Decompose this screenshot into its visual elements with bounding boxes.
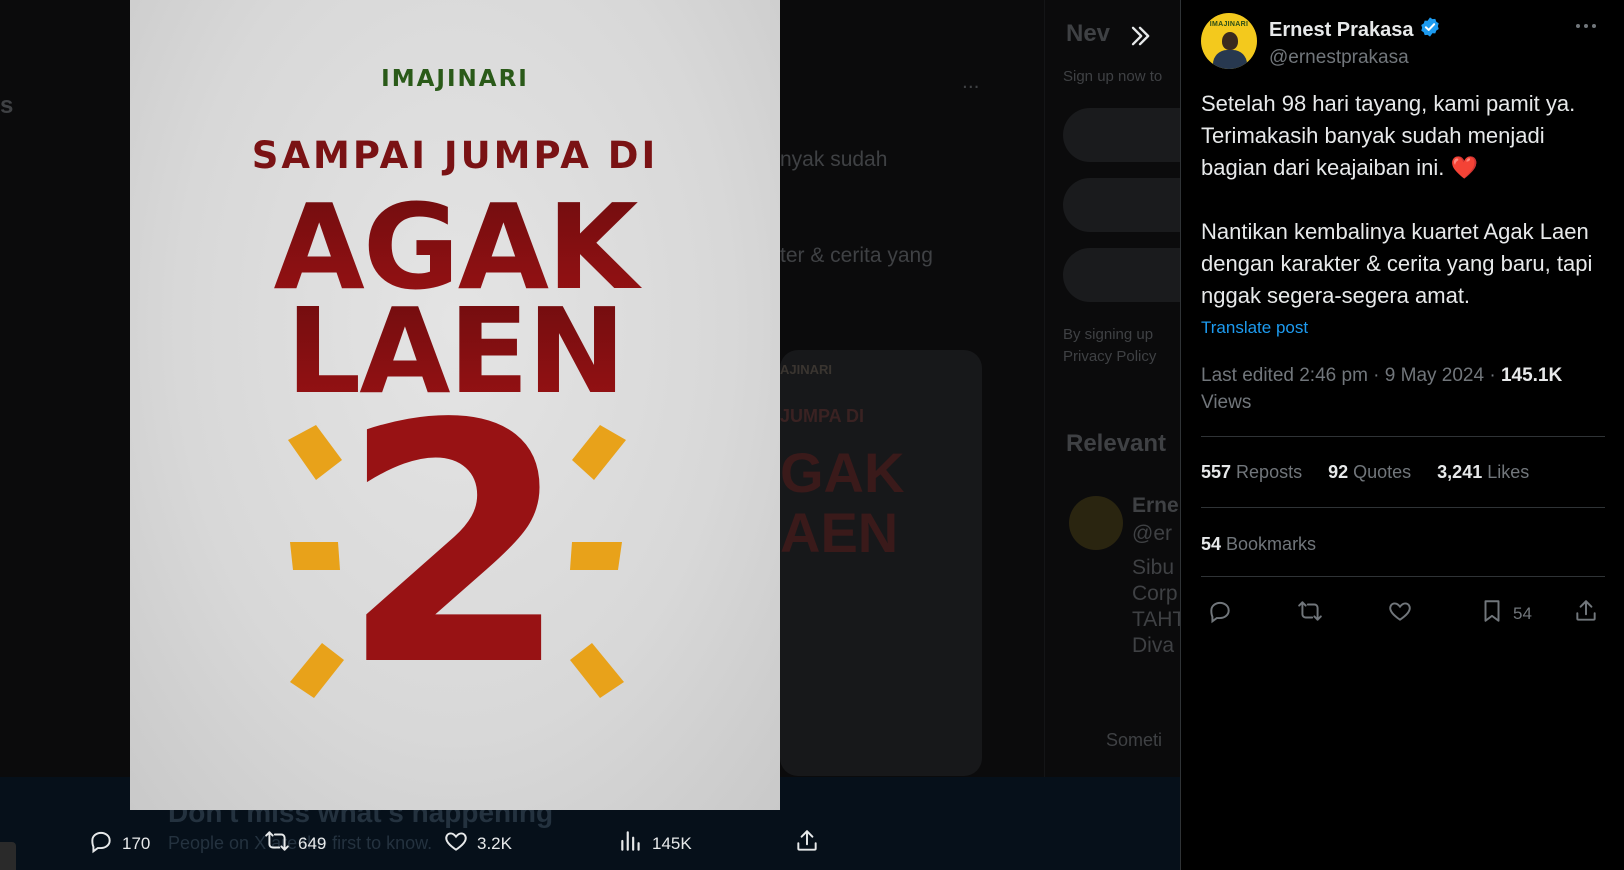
views-icon xyxy=(618,828,644,859)
post-text: Setelah 98 hari tayang, kami pamit ya. T… xyxy=(1201,88,1611,312)
bg-fragment: By signing up xyxy=(1063,326,1154,343)
tweet-detail-panel: IMAJINARI Ernest Prakasa @ernestprakasa … xyxy=(1180,0,1624,870)
like-count: 3.2K xyxy=(477,833,512,853)
bg-media-card: AJINARI JUMPA DI GAK AEN xyxy=(780,350,982,776)
reposts-label: Reposts xyxy=(1231,462,1303,482)
display-name: Ernest Prakasa xyxy=(1269,18,1414,41)
repost-icon xyxy=(264,828,290,859)
verified-icon xyxy=(1419,16,1441,44)
expand-icon[interactable] xyxy=(1122,18,1158,54)
bg-fragment: Sibu xyxy=(1132,556,1175,579)
views-total: 145.1K xyxy=(1500,365,1563,386)
like-button[interactable]: 3.2K xyxy=(443,828,512,859)
display-name-row[interactable]: Ernest Prakasa xyxy=(1269,16,1441,44)
reposts-count: 557 xyxy=(1201,462,1232,482)
like-icon xyxy=(443,828,469,859)
poster-brand: IMAJINARI xyxy=(381,66,529,92)
bg-fragment: AJINARI xyxy=(780,362,833,377)
reply-button[interactable]: 170 xyxy=(88,828,150,859)
tweet-actions: 54 xyxy=(1201,598,1605,632)
handle[interactable]: @ernestprakasa xyxy=(1269,47,1441,69)
like-icon xyxy=(1387,598,1413,629)
bookmarks-count: 54 xyxy=(1201,534,1222,554)
bg-fragment: Privacy Policy xyxy=(1063,348,1157,365)
reply-action[interactable] xyxy=(1207,598,1233,629)
bookmark-action[interactable]: 54 xyxy=(1479,598,1532,629)
bg-fragment: @er xyxy=(1132,522,1172,545)
media-action-bar: 170 649 3.2K 145K xyxy=(0,820,1180,870)
bg-fragment: Corp xyxy=(1132,582,1178,605)
author-names: Ernest Prakasa @ernestprakasa xyxy=(1269,13,1441,69)
views-label: Views xyxy=(1201,392,1252,413)
divider xyxy=(1201,576,1605,577)
post-meta: Last edited 2:46 pm · 9 May 2024 · 145.1… xyxy=(1201,362,1611,416)
bg-fragment: Diva xyxy=(1132,634,1175,657)
bg-button xyxy=(1063,178,1180,232)
avatar-head xyxy=(1222,32,1238,50)
share-icon xyxy=(794,828,820,859)
avatar[interactable]: IMAJINARI xyxy=(1201,13,1257,69)
bookmarks-stat[interactable]: 54 Bookmarks xyxy=(1201,534,1316,555)
quotes-count: 92 xyxy=(1328,462,1349,482)
views-count: 145K xyxy=(652,833,692,853)
bookmarks-label: Bookmarks xyxy=(1221,534,1317,554)
bg-fragment: Relevant xyxy=(1066,430,1167,457)
bg-fragment: Someti xyxy=(1106,730,1163,750)
views-button[interactable]: 145K xyxy=(618,828,692,859)
avatar-body xyxy=(1213,50,1247,69)
bg-button xyxy=(1063,248,1180,302)
reply-count: 170 xyxy=(122,833,151,853)
bg-fragment: s xyxy=(0,92,14,119)
engagement-stats: 557 Reposts 92 Quotes 3,241 Likes xyxy=(1201,462,1529,483)
bg-fragment: GAK xyxy=(780,441,905,504)
bg-fragment: Nev xyxy=(1066,20,1111,47)
bg-divider xyxy=(1044,0,1045,777)
quotes-stat[interactable]: 92 Quotes xyxy=(1328,462,1411,483)
avatar-brand: IMAJINARI xyxy=(1209,21,1249,28)
bookmark-count: 54 xyxy=(1513,603,1532,623)
quotes-label: Quotes xyxy=(1348,462,1412,482)
repost-button[interactable]: 649 xyxy=(264,828,326,859)
author-row: IMAJINARI Ernest Prakasa @ernestprakasa xyxy=(1201,13,1441,69)
bg-avatar xyxy=(1069,496,1123,550)
post-paragraph: Setelah 98 hari tayang, kami pamit ya. T… xyxy=(1201,91,1581,180)
more-icon[interactable] xyxy=(1574,14,1598,43)
share-button[interactable] xyxy=(794,828,820,859)
likes-count: 3,241 xyxy=(1437,462,1483,482)
repost-icon xyxy=(1297,598,1323,629)
poster-subtitle: SAMPAI JUMPA DI xyxy=(252,134,658,177)
reply-icon xyxy=(88,828,114,859)
divider xyxy=(1201,507,1605,508)
bg-fragment: ... xyxy=(962,70,980,93)
poster-image: IMAJINARI SAMPAI JUMPA DI AGAK LAEN 2 xyxy=(130,0,780,810)
share-action[interactable] xyxy=(1573,598,1599,629)
bg-button xyxy=(1063,108,1180,162)
likes-label: Likes xyxy=(1482,462,1530,482)
likes-stat[interactable]: 3,241 Likes xyxy=(1437,462,1529,483)
bg-fragment: nyak sudah xyxy=(780,148,888,171)
edited-timestamp[interactable]: Last edited 2:46 pm · 9 May 2024 · xyxy=(1201,365,1501,386)
bg-fragment: Sign up now to xyxy=(1063,68,1163,85)
bg-fragment: Erne xyxy=(1132,494,1179,517)
divider xyxy=(1201,436,1605,437)
repost-count: 649 xyxy=(298,833,327,853)
bg-fragment: AEN xyxy=(780,501,899,564)
translate-post-link[interactable]: Translate post xyxy=(1201,318,1308,338)
poster-number: 2 xyxy=(340,354,570,738)
post-paragraph: Nantikan kembalinya kuartet Agak Laen de… xyxy=(1201,219,1599,308)
bg-fragment: JUMPA DI xyxy=(780,406,865,426)
like-action[interactable] xyxy=(1387,598,1413,629)
repost-action[interactable] xyxy=(1297,598,1323,629)
bookmark-icon xyxy=(1479,598,1505,629)
bg-fragment: TAHT xyxy=(1132,608,1180,631)
reposts-stat[interactable]: 557 Reposts xyxy=(1201,462,1302,483)
reply-icon xyxy=(1207,598,1233,629)
corner-chip xyxy=(0,842,16,870)
share-icon xyxy=(1573,598,1599,629)
bg-fragment: ter & cerita yang xyxy=(780,244,933,267)
